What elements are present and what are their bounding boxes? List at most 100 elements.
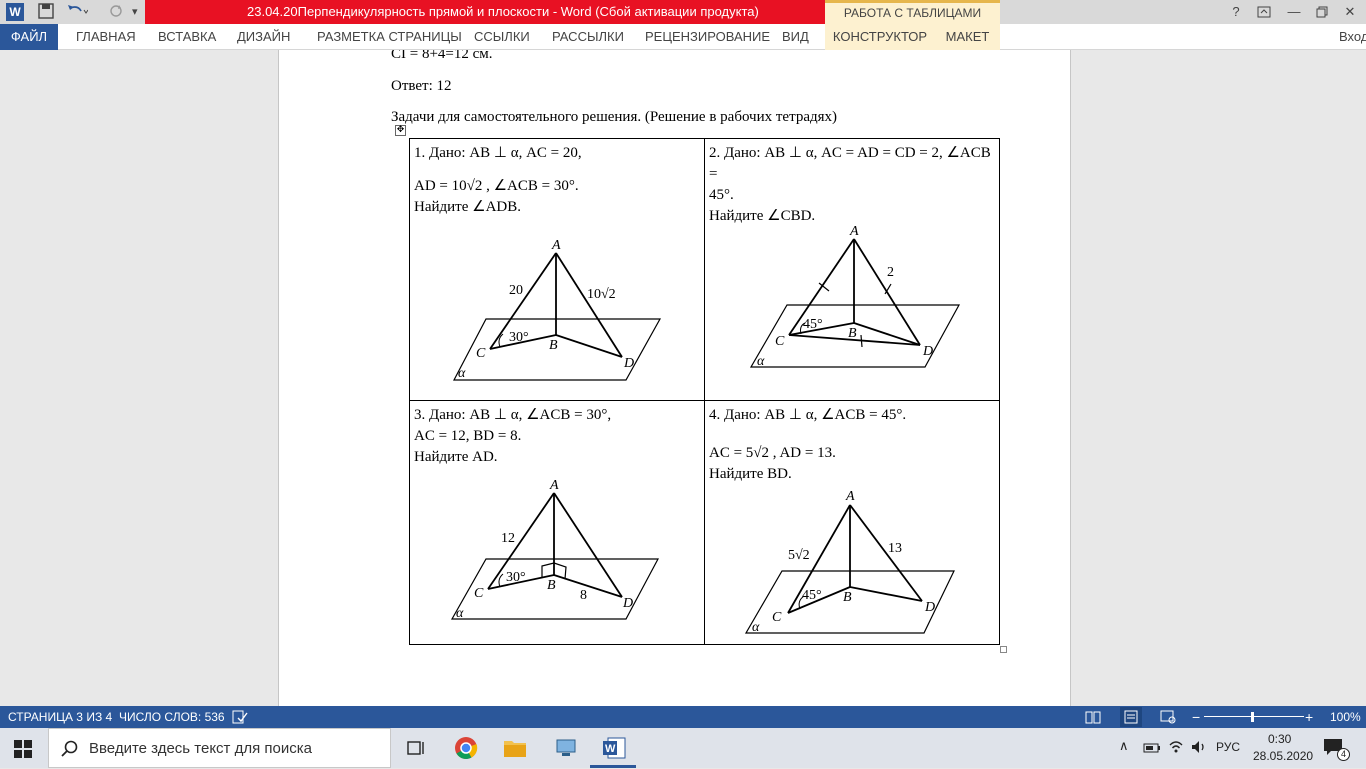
zoom-in-icon[interactable]: +: [1305, 706, 1313, 728]
table-move-handle-icon[interactable]: ✥: [395, 125, 406, 136]
battery-icon[interactable]: [1143, 741, 1161, 759]
taskbar: Введите здесь текст для поиска W ∧ РУС 0…: [0, 728, 1366, 768]
document-area[interactable]: CI = 8+4=12 см. Ответ: 12 Задачи для сам…: [0, 50, 1366, 706]
document-page[interactable]: CI = 8+4=12 см. Ответ: 12 Задачи для сам…: [278, 50, 1071, 706]
fig3-angle: 30°: [506, 570, 526, 585]
fig1-label-alpha: α: [458, 366, 466, 381]
title-bar: W ▾ 23.04.20Перпендикулярность прямой и …: [0, 0, 1366, 24]
redo-icon[interactable]: [108, 3, 124, 21]
zoom-slider-thumb[interactable]: [1251, 712, 1254, 722]
fig4-label-a: A: [845, 489, 855, 504]
task-3-text[interactable]: 3. Дано: AB ⊥ α, ∠ACB = 30°, AC = 12, BD…: [414, 405, 700, 468]
clock-date[interactable]: 28.05.2020: [1253, 749, 1313, 763]
zoom-level[interactable]: 100%: [1330, 706, 1361, 728]
page-counter[interactable]: СТРАНИЦА 3 ИЗ 4: [8, 706, 112, 728]
tasks-table[interactable]: 1. Дано: AB ⊥ α, AC = 20, AD = 10√2 , ∠A…: [409, 138, 1000, 645]
task-line: Найдите BD.: [709, 466, 792, 482]
search-icon: [61, 740, 78, 757]
print-layout-icon[interactable]: [1120, 707, 1142, 727]
fig3-label-alpha: α: [456, 606, 464, 621]
tab-insert[interactable]: ВСТАВКА: [158, 24, 216, 50]
table-divider: [704, 139, 705, 644]
task-view-icon[interactable]: [402, 734, 430, 762]
fig1-label-b: B: [549, 338, 558, 353]
table-tools-group: РАБОТА С ТАБЛИЦАМИ: [825, 0, 1000, 24]
signin-link[interactable]: Вход: [1339, 24, 1366, 50]
previous-line-text: CI = 8+4=12 см.: [391, 50, 493, 62]
language-indicator[interactable]: РУС: [1216, 740, 1240, 754]
ribbon-display-icon[interactable]: [1250, 0, 1278, 24]
tab-file[interactable]: ФАЙЛ: [0, 24, 58, 50]
tab-design[interactable]: ДИЗАЙН: [237, 24, 290, 50]
restore-icon[interactable]: [1308, 0, 1336, 24]
fig4-side-ad: 13: [888, 541, 902, 556]
close-icon[interactable]: ✕: [1336, 0, 1364, 24]
chrome-icon[interactable]: [452, 734, 480, 762]
tab-references[interactable]: ССЫЛКИ: [474, 24, 530, 50]
help-icon[interactable]: ?: [1222, 0, 1250, 24]
task-line: 4. Дано: AB ⊥ α, ∠ACB = 45°.: [709, 407, 907, 423]
notifications-count: 4: [1337, 748, 1350, 761]
fig1-side-ac: 20: [509, 283, 523, 298]
task-line: AD = 10√2 , ∠ACB = 30°.: [414, 178, 579, 194]
minimize-icon[interactable]: —: [1280, 0, 1308, 24]
word-app-icon[interactable]: W: [600, 734, 628, 762]
search-placeholder: Введите здесь текст для поиска: [89, 740, 312, 757]
figure-1: A B C D α 20 10√2 30°: [453, 238, 662, 381]
task-1-text[interactable]: 1. Дано: AB ⊥ α, AC = 20, AD = 10√2 , ∠A…: [414, 143, 700, 218]
fig3-side-ac: 12: [501, 531, 515, 546]
wifi-icon[interactable]: [1168, 739, 1184, 760]
tab-page-layout[interactable]: РАЗМЕТКА СТРАНИЦЫ: [317, 24, 462, 50]
tab-home[interactable]: ГЛАВНАЯ: [76, 24, 136, 50]
table-resize-handle[interactable]: [1000, 646, 1007, 653]
zoom-out-icon[interactable]: −: [1192, 706, 1200, 728]
table-divider: [410, 400, 999, 401]
start-icon[interactable]: [14, 740, 32, 763]
task-line: 3. Дано: AB ⊥ α, ∠ACB = 30°,: [414, 407, 612, 423]
status-bar: СТРАНИЦА 3 ИЗ 4 ЧИСЛО СЛОВ: 536 − + 100%: [0, 706, 1366, 728]
fig2-angle: 45°: [803, 317, 823, 332]
customize-toolbar-icon[interactable]: ▾: [132, 3, 138, 21]
task-line: Найдите ∠ADB.: [414, 199, 522, 215]
undo-icon[interactable]: [66, 3, 89, 21]
window-title: 23.04.20Перпендикулярность прямой и плос…: [247, 4, 759, 19]
task-line: 45°.: [709, 187, 734, 203]
fig1-angle: 30°: [509, 330, 529, 345]
fig3-label-b: B: [547, 578, 556, 593]
network-app-icon[interactable]: [552, 734, 580, 762]
task-2-text[interactable]: 2. Дано: AB ⊥ α, AC = AD = CD = 2, ∠ACB …: [709, 143, 998, 227]
tab-mailings[interactable]: РАССЫЛКИ: [552, 24, 624, 50]
volume-icon[interactable]: [1190, 739, 1208, 760]
save-icon[interactable]: [38, 3, 54, 21]
word-logo-icon[interactable]: W: [6, 3, 24, 21]
fig3-label-d: D: [622, 596, 633, 611]
tray-expand-icon[interactable]: ∧: [1119, 738, 1129, 754]
fig4-label-alpha: α: [752, 620, 760, 635]
task-line: Найдите AD.: [414, 449, 498, 465]
word-count[interactable]: ЧИСЛО СЛОВ: 536: [119, 706, 225, 728]
taskbar-search-input[interactable]: Введите здесь текст для поиска: [48, 728, 391, 768]
fig4-side-ac: 5√2: [788, 548, 810, 563]
clock-time[interactable]: 0:30: [1268, 732, 1291, 746]
fig2-label-b: B: [848, 326, 857, 341]
figure-3: A B C D α 12 8 30°: [450, 478, 659, 621]
fig3-label-a: A: [549, 478, 559, 493]
tab-view[interactable]: ВИД: [782, 24, 809, 50]
tab-table-design[interactable]: КОНСТРУКТОР: [825, 24, 935, 50]
task-line: AC = 5√2 , AD = 13.: [709, 445, 836, 461]
svg-text:W: W: [605, 743, 616, 755]
fig4-label-b: B: [843, 590, 852, 605]
task-line: 1. Дано: AB ⊥ α, AC = 20,: [414, 145, 582, 161]
fig2-side: 2: [887, 265, 894, 280]
fig4-label-c: C: [772, 610, 782, 625]
fig2-label-a: A: [849, 224, 859, 239]
fig4-label-d: D: [924, 600, 935, 615]
zoom-slider[interactable]: [1204, 716, 1304, 717]
fig1-label-a: A: [551, 238, 561, 253]
ribbon-tabs: ФАЙЛ ГЛАВНАЯ ВСТАВКА ДИЗАЙН РАЗМЕТКА СТР…: [0, 24, 1366, 50]
fig1-label-d: D: [623, 356, 634, 371]
tab-table-layout[interactable]: МАКЕТ: [935, 24, 1000, 50]
tab-review[interactable]: РЕЦЕНЗИРОВАНИЕ: [645, 24, 770, 50]
task-4-text[interactable]: 4. Дано: AB ⊥ α, ∠ACB = 45°. AC = 5√2 , …: [709, 405, 998, 485]
file-explorer-icon[interactable]: [501, 734, 529, 762]
